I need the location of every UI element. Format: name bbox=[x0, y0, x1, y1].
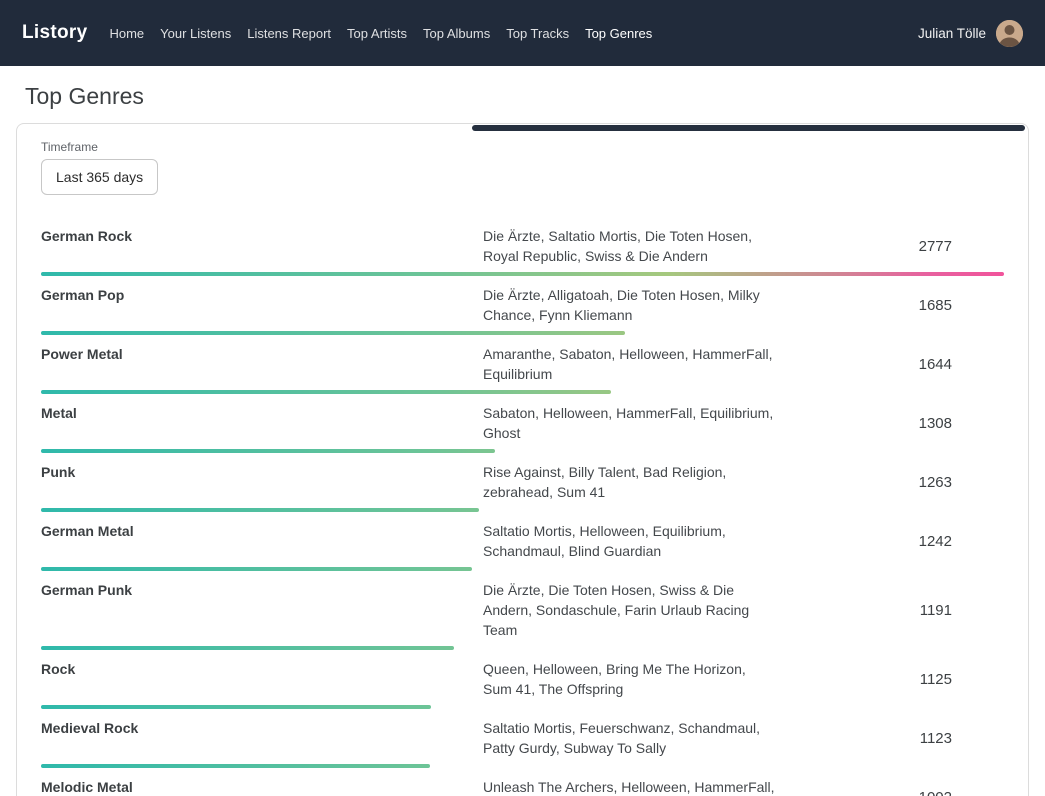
genre-count: 1308 bbox=[775, 415, 1004, 432]
nav-item-home[interactable]: Home bbox=[109, 26, 144, 41]
genre-name: Rock bbox=[41, 659, 483, 679]
genre-name: German Rock bbox=[41, 226, 483, 246]
genre-row: German MetalSaltatio Mortis, Helloween, … bbox=[41, 512, 1004, 571]
nav-item-listens-report[interactable]: Listens Report bbox=[247, 26, 331, 41]
timeframe-label: Timeframe bbox=[41, 140, 1004, 154]
timeframe-select[interactable]: Last 365 days bbox=[41, 159, 158, 195]
main-content: Top Genres Timeframe Last 365 days Germa… bbox=[0, 83, 1045, 796]
genre-count: 1002 bbox=[775, 789, 1004, 796]
genre-row: Melodic MetalUnleash The Archers, Hellow… bbox=[41, 768, 1004, 796]
genre-row: German PopDie Ärzte, Alligatoah, Die Tot… bbox=[41, 276, 1004, 335]
genre-artists: Saltatio Mortis, Feuerschwanz, Schandmau… bbox=[483, 718, 775, 758]
genre-artists: Rise Against, Billy Talent, Bad Religion… bbox=[483, 462, 775, 502]
timeframe-control: Timeframe Last 365 days bbox=[41, 140, 1004, 195]
genre-name: German Metal bbox=[41, 521, 483, 541]
genre-name: German Punk bbox=[41, 580, 483, 600]
genre-row: German RockDie Ärzte, Saltatio Mortis, D… bbox=[41, 217, 1004, 276]
user-name: Julian Tölle bbox=[918, 26, 986, 41]
genre-row: RockQueen, Helloween, Bring Me The Horiz… bbox=[41, 650, 1004, 709]
genre-row: MetalSabaton, Helloween, HammerFall, Equ… bbox=[41, 394, 1004, 453]
genre-name: Power Metal bbox=[41, 344, 483, 364]
genre-name: Punk bbox=[41, 462, 483, 482]
genre-count: 1191 bbox=[775, 602, 1004, 619]
nav-item-your-listens[interactable]: Your Listens bbox=[160, 26, 231, 41]
genre-artists: Sabaton, Helloween, HammerFall, Equilibr… bbox=[483, 403, 775, 443]
genre-row: Power MetalAmaranthe, Sabaton, Helloween… bbox=[41, 335, 1004, 394]
user-avatar[interactable] bbox=[996, 20, 1023, 47]
user-menu[interactable]: Julian Tölle bbox=[918, 20, 1023, 47]
genre-artists: Die Ärzte, Alligatoah, Die Toten Hosen, … bbox=[483, 285, 775, 325]
genre-artists: Die Ärzte, Saltatio Mortis, Die Toten Ho… bbox=[483, 226, 775, 266]
top-nav: Listory Home Your Listens Listens Report To… bbox=[0, 0, 1045, 66]
top-genres-card: Timeframe Last 365 days German RockDie Ä… bbox=[16, 123, 1029, 796]
genre-artists: Queen, Helloween, Bring Me The Horizon, … bbox=[483, 659, 775, 699]
genre-row: PunkRise Against, Billy Talent, Bad Reli… bbox=[41, 453, 1004, 512]
genre-artists: Unleash The Archers, Helloween, HammerFa… bbox=[483, 777, 775, 796]
nav-item-top-tracks[interactable]: Top Tracks bbox=[506, 26, 569, 41]
genre-count: 1685 bbox=[775, 297, 1004, 314]
genre-name: Metal bbox=[41, 403, 483, 423]
person-icon bbox=[996, 20, 1023, 47]
page-title: Top Genres bbox=[16, 83, 1029, 110]
genre-name: German Pop bbox=[41, 285, 483, 305]
genre-count: 1125 bbox=[775, 671, 1004, 688]
nav-item-top-artists[interactable]: Top Artists bbox=[347, 26, 407, 41]
genre-count: 1644 bbox=[775, 356, 1004, 373]
genre-count: 1123 bbox=[775, 730, 1004, 747]
genre-name: Medieval Rock bbox=[41, 718, 483, 738]
genre-row: Medieval RockSaltatio Mortis, Feuerschwa… bbox=[41, 709, 1004, 768]
genre-row: German PunkDie Ärzte, Die Toten Hosen, S… bbox=[41, 571, 1004, 650]
nav-item-top-albums[interactable]: Top Albums bbox=[423, 26, 490, 41]
nav-links: Home Your Listens Listens Report Top Artist… bbox=[109, 26, 668, 41]
genre-count: 2777 bbox=[775, 238, 1004, 255]
genre-artists: Die Ärzte, Die Toten Hosen, Swiss & Die … bbox=[483, 580, 775, 640]
genre-artists: Saltatio Mortis, Helloween, Equilibrium,… bbox=[483, 521, 775, 561]
nav-item-top-genres[interactable]: Top Genres bbox=[585, 26, 652, 41]
horizontal-scrollbar-thumb[interactable] bbox=[472, 125, 1025, 131]
genre-count: 1263 bbox=[775, 474, 1004, 491]
app-logo[interactable]: Listory bbox=[22, 22, 87, 44]
genre-artists: Amaranthe, Sabaton, Helloween, HammerFal… bbox=[483, 344, 775, 384]
genre-list: German RockDie Ärzte, Saltatio Mortis, D… bbox=[41, 217, 1004, 796]
genre-count: 1242 bbox=[775, 533, 1004, 550]
genre-name: Melodic Metal bbox=[41, 777, 483, 796]
